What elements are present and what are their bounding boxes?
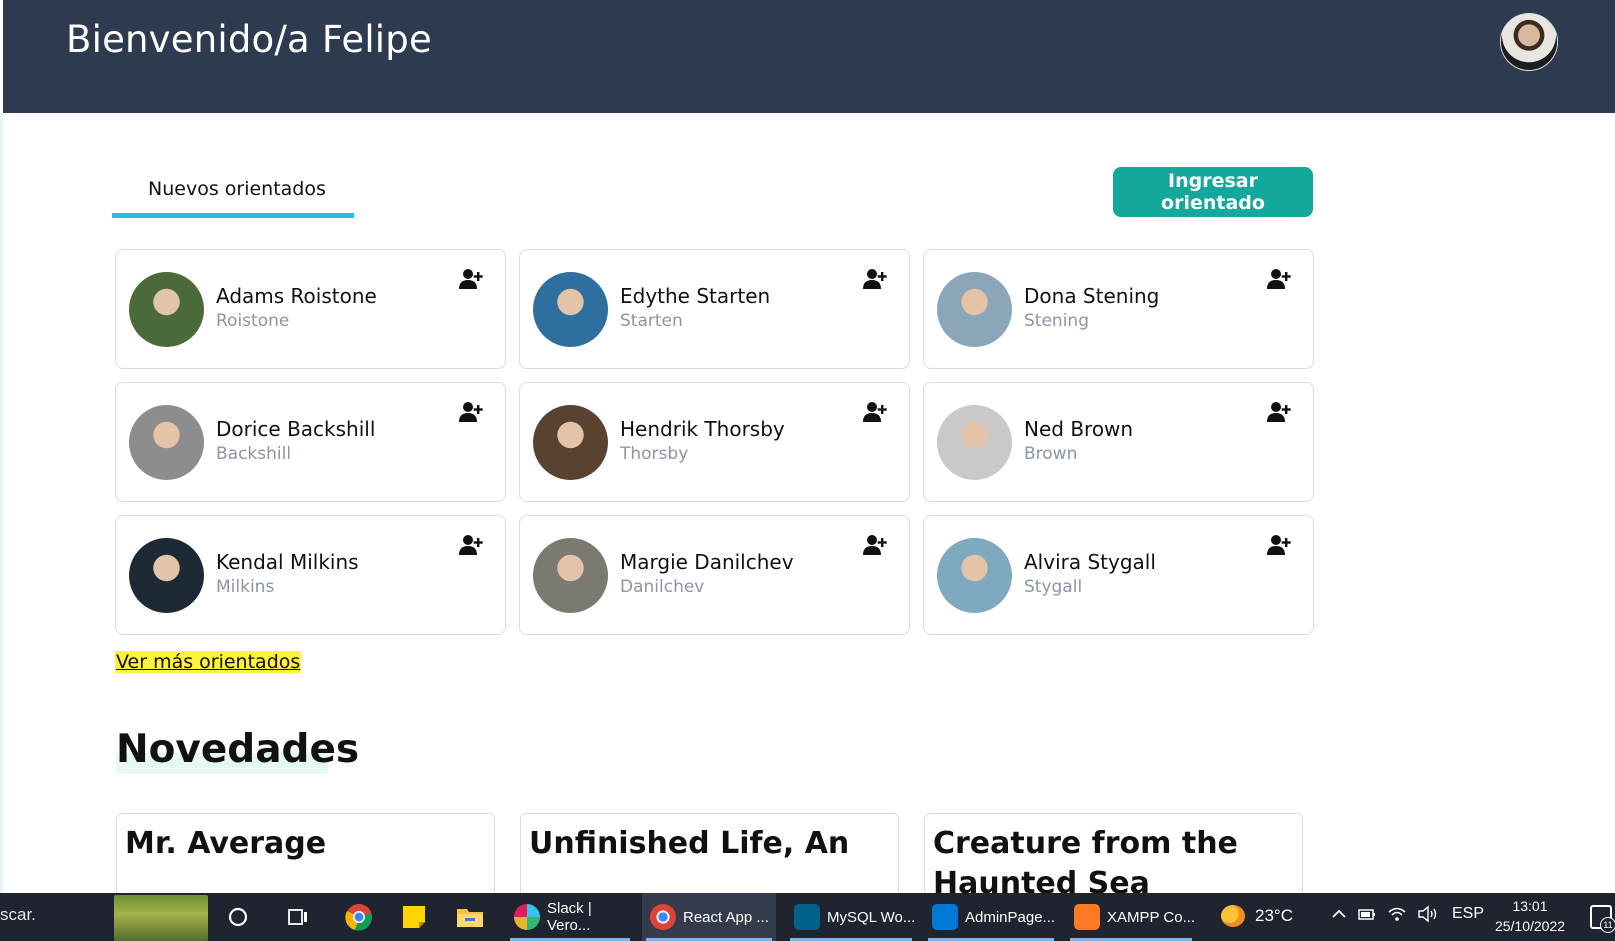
orientado-name: Kendal Milkins — [216, 550, 359, 574]
taskbar-app-label: XAMPP Co... — [1107, 908, 1196, 926]
orientado-surname: Starten — [620, 311, 683, 331]
slack-icon — [514, 904, 540, 930]
clock[interactable]: 13:01 25/10/2022 — [1490, 896, 1570, 936]
orientado-surname: Brown — [1024, 444, 1078, 464]
taskbar-app-vscode[interactable]: AdminPage... — [924, 893, 1058, 941]
taskbar-app-react[interactable]: React App ... — [642, 893, 776, 941]
top-header: Bienvenido/a Felipe — [3, 0, 1615, 113]
sticky-notes-icon[interactable] — [398, 901, 430, 933]
xampp-icon — [1074, 904, 1100, 930]
taskbar-app-xampp[interactable]: XAMPP Co... — [1066, 893, 1196, 941]
folder-icon[interactable] — [454, 901, 486, 933]
orientado-avatar — [129, 538, 204, 613]
orientado-surname: Stygall — [1024, 577, 1083, 597]
novedad-title: Creature from the Haunted Sea — [933, 826, 1238, 901]
orientado-avatar — [129, 272, 204, 347]
novedad-title: Unfinished Life, An — [529, 826, 850, 861]
language-indicator[interactable]: ESP — [1452, 905, 1484, 923]
orientado-surname: Thorsby — [620, 444, 689, 464]
novedad-title: Mr. Average — [125, 826, 327, 861]
orientado-surname: Roistone — [216, 311, 290, 331]
orientado-card[interactable]: Kendal Milkins Milkins — [115, 515, 506, 635]
weather-icon — [1221, 905, 1245, 927]
tab-active-underline — [112, 213, 354, 218]
user-plus-icon[interactable] — [1267, 268, 1291, 290]
orientado-avatar — [533, 272, 608, 347]
orientado-avatar — [937, 405, 1012, 480]
orientado-name: Alvira Stygall — [1024, 550, 1156, 574]
taskbar-app-label: MySQL Wo... — [827, 908, 916, 926]
orientado-card[interactable]: Dorice Backshill Backshill — [115, 382, 506, 502]
taskbar-app-mysql[interactable]: MySQL Wo... — [786, 893, 916, 941]
clock-date: 25/10/2022 — [1494, 918, 1566, 934]
ingresar-orientado-button[interactable]: Ingresar orientado — [1113, 167, 1313, 217]
user-plus-icon[interactable] — [459, 401, 483, 423]
orientado-avatar — [937, 538, 1012, 613]
volume-icon[interactable] — [1417, 905, 1439, 928]
taskbar-app-label: Slack | Vero... — [547, 900, 592, 934]
orientado-avatar — [533, 538, 608, 613]
taskbar-app-label: React App ... — [683, 908, 769, 926]
orientado-surname: Milkins — [216, 577, 275, 597]
orientado-card[interactable]: Edythe Starten Starten — [519, 249, 910, 369]
user-plus-icon[interactable] — [1267, 534, 1291, 556]
orientado-name: Adams Roistone — [216, 284, 377, 308]
orientado-surname: Danilchev — [620, 577, 705, 597]
chrome-icon[interactable] — [343, 901, 375, 933]
mysql-workbench-icon — [794, 904, 820, 930]
orientado-avatar — [129, 405, 204, 480]
welcome-title: Bienvenido/a Felipe — [66, 18, 432, 61]
taskbar-app-slack[interactable]: Slack | Vero... — [506, 893, 634, 941]
weather-widget[interactable]: 23°C — [1221, 905, 1293, 927]
user-plus-icon[interactable] — [863, 401, 887, 423]
orientado-card[interactable]: Alvira Stygall Stygall — [923, 515, 1314, 635]
orientado-card[interactable]: Dona Stening Stening — [923, 249, 1314, 369]
chevron-up-icon[interactable] — [1330, 905, 1348, 928]
orientado-card[interactable]: Hendrik Thorsby Thorsby — [519, 382, 910, 502]
windows-taskbar: scar. Slack | Vero... React App ... MySQ… — [0, 893, 1615, 941]
orientado-avatar — [937, 272, 1012, 347]
user-avatar[interactable] — [1500, 13, 1558, 71]
search-highlight-image — [114, 895, 208, 941]
weather-temp: 23°C — [1255, 906, 1293, 925]
task-view-icon[interactable] — [282, 901, 314, 933]
cortana-icon[interactable] — [222, 901, 254, 933]
orientado-name: Dorice Backshill — [216, 417, 376, 441]
clock-time: 13:01 — [1512, 898, 1548, 914]
taskbar-app-label: AdminPage... — [965, 908, 1056, 926]
orientado-card[interactable]: Adams Roistone Roistone — [115, 249, 506, 369]
orientado-name: Dona Stening — [1024, 284, 1160, 308]
orientado-name: Hendrik Thorsby — [620, 417, 785, 441]
orientado-surname: Backshill — [216, 444, 292, 464]
orientado-surname: Stening — [1024, 311, 1089, 331]
orientado-card[interactable]: Margie Danilchev Danilchev — [519, 515, 910, 635]
ver-mas-orientados-link[interactable]: Ver más orientados — [115, 651, 302, 673]
user-plus-icon[interactable] — [863, 268, 887, 290]
novedades-heading: Novedades — [116, 727, 360, 772]
orientado-card[interactable]: Ned Brown Brown — [923, 382, 1314, 502]
vscode-icon — [932, 904, 958, 930]
orientado-name: Ned Brown — [1024, 417, 1134, 441]
battery-icon[interactable] — [1357, 905, 1377, 928]
tab-label: Nuevos orientados — [148, 178, 326, 200]
user-plus-icon[interactable] — [459, 268, 483, 290]
left-edge-strip — [0, 113, 3, 893]
taskbar-search-text[interactable]: scar. — [0, 905, 36, 925]
notification-count: 11 — [1600, 917, 1615, 933]
orientado-name: Edythe Starten — [620, 284, 771, 308]
wifi-icon[interactable] — [1387, 905, 1407, 928]
orientado-avatar — [533, 405, 608, 480]
tab-nuevos-orientados[interactable]: Nuevos orientados — [112, 170, 354, 218]
user-plus-icon[interactable] — [459, 534, 483, 556]
notification-icon[interactable]: 11 — [1590, 905, 1615, 933]
orientado-name: Margie Danilchev — [620, 550, 794, 574]
chrome-app-icon — [650, 904, 676, 930]
user-plus-icon[interactable] — [863, 534, 887, 556]
user-plus-icon[interactable] — [1267, 401, 1291, 423]
